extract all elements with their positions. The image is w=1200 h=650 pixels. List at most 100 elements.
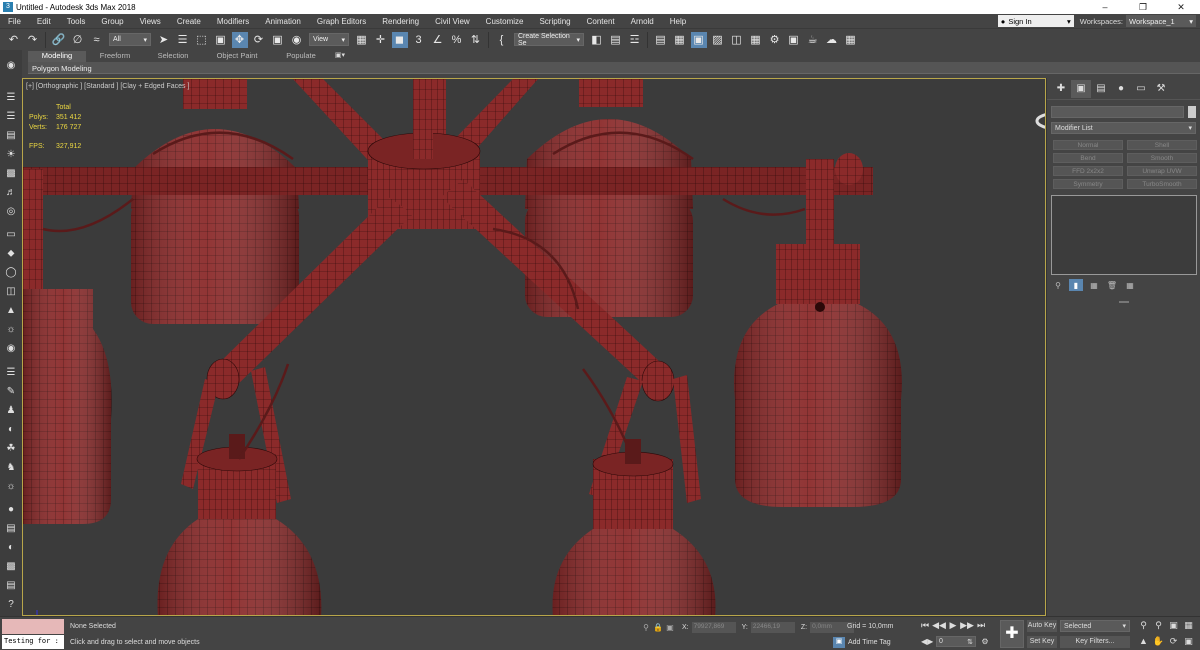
select-rotate-icon[interactable]: ⟳ [251,32,267,48]
menu-animation[interactable]: Animation [257,17,309,26]
viewport-label-menu[interactable]: [+] [Orthographic ] [Standard ] [Clay + … [26,83,189,90]
set-key-button[interactable]: Set Key [1027,636,1057,648]
window-crossing-icon[interactable]: ▣ [213,32,229,48]
perspective-viewport[interactable]: [+] [Orthographic ] [Standard ] [Clay + … [22,78,1046,616]
pin-stack-icon[interactable]: ⚲ [1051,279,1065,291]
helper-icon[interactable]: ◎ [3,203,19,219]
menu-views[interactable]: Views [132,17,169,26]
menu-rendering[interactable]: Rendering [374,17,427,26]
layer-explorer-icon[interactable]: ▦ [672,32,688,48]
scene-explorer-icon[interactable]: ▤ [653,32,669,48]
object-color-swatch[interactable] [1188,106,1196,118]
maximize-viewport-icon[interactable]: ▣ [1181,636,1196,648]
angle-snap-icon[interactable]: ∠ [430,32,446,48]
select-move-icon[interactable]: ✥ [231,31,248,48]
help-icon[interactable]: ? [3,597,19,613]
go-to-end-icon[interactable]: ⏭ [974,620,988,632]
toggle-layer-explorer-icon[interactable]: ☲ [627,32,643,48]
key-selection-dropdown[interactable]: Selected ▾ [1060,620,1130,632]
camera-icon[interactable]: ▩ [3,165,19,181]
menu-edit[interactable]: Edit [29,17,59,26]
configure-modifier-sets-icon[interactable]: ▦ [1123,279,1137,291]
hierarchy-tab-icon[interactable]: ▤ [1091,80,1111,98]
menu-arnold[interactable]: Arnold [623,17,662,26]
previous-frame-icon[interactable]: ◀◀ [932,620,946,632]
modifier-button-normal[interactable]: Normal [1053,140,1123,150]
motion-tab-icon[interactable]: ● [1111,80,1131,98]
field-of-view-icon[interactable]: ▲ [1136,636,1151,648]
auto-key-button[interactable]: Auto Key [1027,620,1057,632]
mirror-icon[interactable]: ◧ [589,32,605,48]
modifier-button-unwrap-uvw[interactable]: Unwrap UVW [1127,166,1197,176]
zoom-extents-icon[interactable]: ▣ [1166,620,1181,632]
make-unique-icon[interactable]: ▦ [1087,279,1101,291]
next-frame-icon[interactable]: ▶▶ [960,620,974,632]
sign-in-dropdown[interactable]: ● Sign In ▾ [997,15,1074,27]
absolute-transform-icon[interactable]: ▣ [664,623,676,632]
material-sphere-icon[interactable]: ● [3,502,19,518]
bind-space-warp-icon[interactable]: ≈ [89,32,105,48]
edit-named-selection-icon[interactable]: { [494,32,510,48]
sound-icon[interactable]: ♬ [3,184,19,200]
ribbon-panel-label[interactable]: Polygon Modeling [28,62,1200,74]
isolate-selection-icon[interactable]: ⚲ [640,623,652,632]
go-to-start-icon[interactable]: ⏮ [918,620,932,632]
workspaces-select[interactable]: Workspace_1 ▾ [1126,15,1196,27]
a360-gallery-icon[interactable]: ▦ [843,32,859,48]
cylinder-icon[interactable]: ◫ [3,284,19,300]
y-coordinate-field[interactable]: 22466,19 [750,622,795,633]
rendered-frame-window-icon[interactable]: ▣ [786,32,802,48]
tab-populate[interactable]: Populate [272,51,330,62]
modifier-button-shell[interactable]: Shell [1127,140,1197,150]
menu-file[interactable]: File [0,17,29,26]
foliage-icon[interactable]: ☘ [3,440,19,456]
minimize-icon[interactable]: – [1086,2,1124,12]
rendered-frame-icon[interactable]: ▩ [3,559,19,575]
modifier-button-symmetry[interactable]: Symmetry [1053,179,1123,189]
modifier-button-bend[interactable]: Bend [1053,153,1123,163]
cone-icon[interactable]: ▲ [3,303,19,319]
modifier-button-turbosmooth[interactable]: TurboSmooth [1127,179,1197,189]
undo-icon[interactable]: ↶ [6,32,22,48]
select-by-name-icon[interactable]: ☰ [175,32,191,48]
hair-icon[interactable]: ☼ [3,478,19,494]
tab-object-paint[interactable]: Object Paint [202,51,272,62]
utilities-tab-icon[interactable]: ⚒ [1151,80,1171,98]
maxscript-listener-output[interactable] [2,619,64,634]
maximize-icon[interactable]: ❐ [1124,2,1162,13]
menu-customize[interactable]: Customize [478,17,532,26]
light-bulb-icon[interactable]: ☀ [3,146,19,162]
selection-filter-select[interactable]: All ▾ [109,33,151,46]
globe-icon[interactable]: ◐ [3,421,19,437]
select-scale-icon[interactable]: ▣ [270,32,286,48]
modifier-button-ffd[interactable]: FFD 2x2x2 [1053,166,1123,176]
menu-tools[interactable]: Tools [59,17,94,26]
file-icon[interactable]: ▤ [3,578,19,594]
ribbon-toggle-icon[interactable]: ▣ [690,31,707,48]
layers-icon[interactable]: ▤ [3,127,19,143]
menu-modifiers[interactable]: Modifiers [209,17,257,26]
link-icon[interactable]: 🔗 [51,32,67,48]
selection-lock-icon[interactable]: 🔒 [652,623,664,632]
align-icon[interactable]: ▤ [608,32,624,48]
menu-graph-editors[interactable]: Graph Editors [309,17,374,26]
create-selection-set-select[interactable]: Create Selection Se ▾ [514,33,584,47]
modify-tab-icon[interactable]: ▣ [1071,79,1091,98]
snaps-toggle-icon[interactable]: 3 [411,32,427,48]
curve-editor-icon[interactable]: ▨ [710,32,726,48]
render-in-cloud-icon[interactable]: ☁ [824,32,840,48]
unlink-icon[interactable]: ∅ [70,32,86,48]
object-name-input[interactable] [1051,106,1184,118]
keyboard-shortcut-override-icon[interactable]: ◼ [391,31,408,48]
set-keys-mode-button[interactable]: ✚ [1000,620,1024,648]
view-icon[interactable]: ◉ [3,58,19,74]
orbit-icon[interactable]: ⟳ [1166,636,1181,648]
render-icon[interactable]: ◐ [3,540,19,556]
tab-selection[interactable]: Selection [144,51,202,62]
select-object-icon[interactable]: ➤ [156,32,172,48]
zoom-extents-all-icon[interactable]: ▦ [1181,620,1196,632]
percent-snap-icon[interactable]: % [449,32,465,48]
modifier-stack-view[interactable] [1051,195,1197,275]
zoom-all-icon[interactable]: ⚲ [1151,620,1166,632]
material-editor-icon[interactable]: ▦ [748,32,764,48]
